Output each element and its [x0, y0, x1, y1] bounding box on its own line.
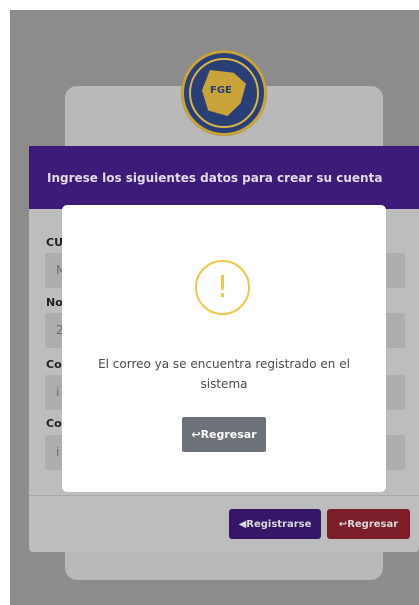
field-label-2: No	[46, 296, 63, 309]
form-header: Ingrese los siguientes datos para crear …	[29, 146, 419, 209]
form-title: Ingrese los siguientes datos para crear …	[47, 170, 383, 185]
field-label-3: Co	[46, 358, 62, 371]
modal-back-button[interactable]: ↩ Regresar	[182, 417, 266, 452]
back-button[interactable]: ↩ Regresar	[327, 509, 410, 539]
back-label: Regresar	[347, 518, 399, 530]
reply-icon: ↩	[191, 428, 201, 441]
logo-text: FGE	[210, 85, 232, 96]
modal-message: El correo ya se encuentra registrado en …	[98, 357, 350, 391]
register-label: Registrarse	[246, 518, 312, 530]
send-icon: ◀	[238, 518, 247, 530]
reply-icon: ↩	[338, 518, 348, 530]
modal-button-label: Regresar	[200, 428, 257, 441]
field-label-1: CU	[46, 236, 64, 249]
fge-logo: FGE	[181, 50, 267, 136]
form-divider	[29, 495, 419, 496]
warning-icon: !	[195, 260, 250, 315]
field-label-4: Co	[46, 417, 62, 430]
alert-modal: ! El correo ya se encuentra registrado e…	[62, 205, 386, 492]
register-button[interactable]: ◀ Registrarse	[229, 509, 321, 539]
